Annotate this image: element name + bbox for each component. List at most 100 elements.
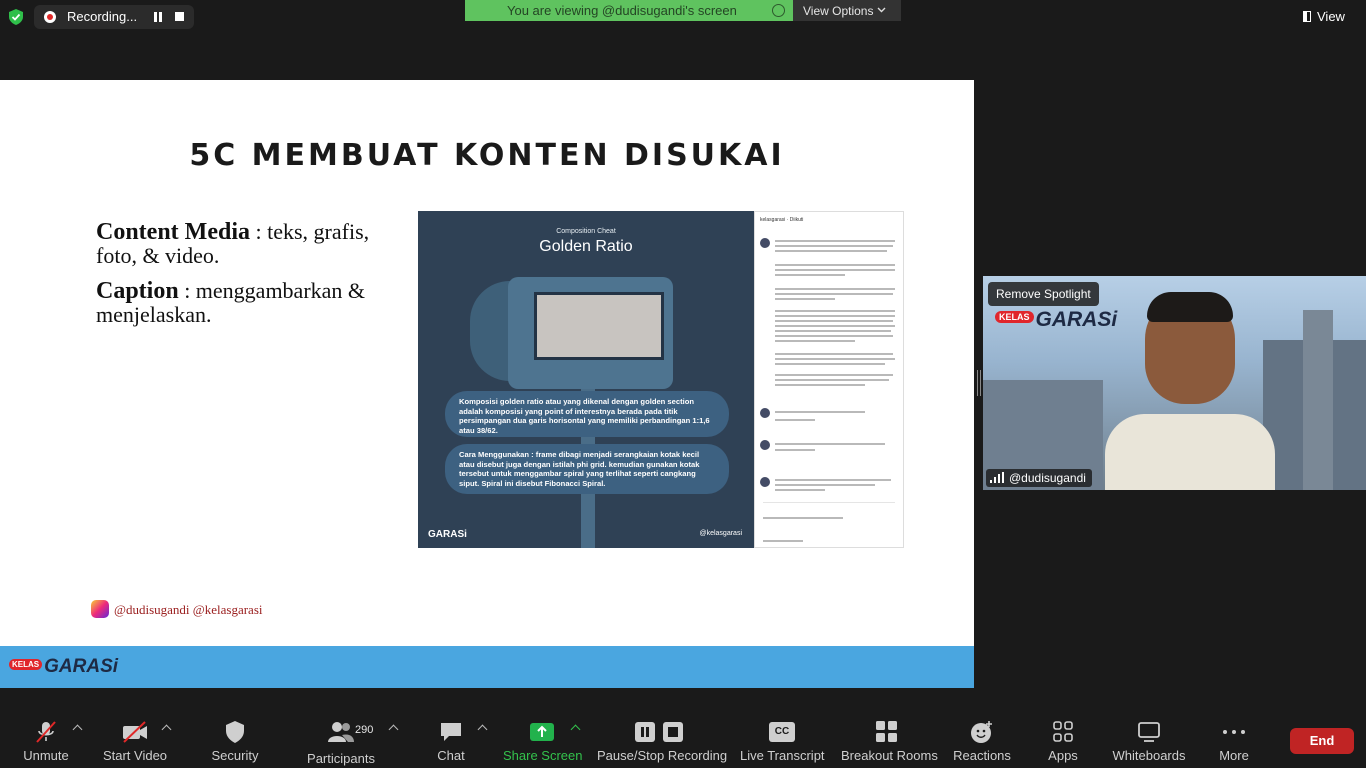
caption-line [775, 264, 895, 266]
shield-check-icon[interactable] [9, 9, 23, 25]
speaker-shirt [1105, 414, 1275, 490]
golden-ratio-infographic: Composition Cheat Golden Ratio Komposisi… [418, 211, 754, 548]
caption-line [775, 310, 895, 312]
speaker-figure [1105, 292, 1275, 490]
share-screen-button[interactable]: Share Screen [503, 720, 583, 763]
speaker-video-tile[interactable]: KELAS GARASi Remove Spotlight @dudisugand… [983, 276, 1366, 490]
chat-icon [441, 723, 461, 741]
view-layout-button[interactable]: View [1303, 9, 1345, 24]
speaker-hair [1147, 292, 1233, 322]
more-button[interactable]: More [1215, 720, 1253, 763]
share-screen-label: Share Screen [503, 748, 583, 763]
participants-button[interactable]: 290 Participants [304, 720, 378, 766]
reactions-button[interactable]: Reactions [953, 720, 1011, 763]
comment-line [775, 411, 865, 413]
pause-stop-recording-label: Pause/Stop Recording [597, 748, 728, 763]
viewing-screen-text: You are viewing @dudisugandi's screen [507, 3, 737, 18]
live-transcript-button[interactable]: CC Live Transcript [740, 720, 825, 763]
start-video-button[interactable]: Start Video [100, 720, 170, 763]
kelasgarasi-logo: KELAS GARASi [9, 656, 118, 678]
pause-recording-icon[interactable] [153, 12, 163, 22]
infographic-title: Golden Ratio [539, 238, 633, 255]
pause-stop-recording-icon [635, 720, 685, 744]
share-screen-icon [530, 723, 554, 741]
caption-line [775, 330, 891, 332]
caption-line [775, 315, 895, 317]
caption-line [775, 340, 855, 342]
unmute-button[interactable]: Unmute [22, 720, 70, 763]
chat-label: Chat [437, 748, 465, 763]
security-button[interactable]: Security [208, 720, 262, 763]
security-label: Security [211, 748, 259, 763]
apps-icon [1053, 721, 1073, 742]
meeting-toolbar: Unmute Start Video Security 290 Particip… [0, 712, 1366, 768]
participant-name: @dudisugandi [1009, 471, 1086, 485]
instagram-post-panel: kelasgarasi · Diikuti [754, 211, 904, 548]
share-status-icon [772, 4, 785, 17]
slide-social-handle: @dudisugandi @kelasgarasi [91, 600, 263, 618]
infographic-social-handle: @kelasgarasi [699, 530, 742, 537]
caption-line [775, 245, 893, 247]
camera-screen-photo [534, 292, 664, 360]
recording-indicator: Recording... [34, 5, 194, 29]
view-options-button[interactable]: View Options [793, 0, 901, 21]
comment-line [775, 484, 875, 486]
caption-line [775, 288, 895, 290]
caption-line [775, 358, 895, 360]
signal-strength-icon [990, 472, 1004, 483]
view-label: View [1317, 9, 1345, 24]
slide-body: Content Media : teks, grafis, foto, & vi… [96, 220, 396, 338]
breakout-rooms-button[interactable]: Breakout Rooms [841, 720, 938, 763]
caption-line [775, 250, 887, 252]
caption-heading: Caption [96, 278, 179, 304]
whiteboards-label: Whiteboards [1112, 748, 1186, 763]
chat-button[interactable]: Chat [432, 720, 470, 763]
logo-kelas-text: KELAS [9, 659, 43, 670]
audio-options-caret-icon[interactable] [72, 724, 83, 735]
slide-title: 5C MEMBUAT KONTEN DISUKAI [189, 138, 785, 173]
post-header: kelasgarasi · Diikuti [760, 217, 804, 223]
breakout-rooms-label: Breakout Rooms [841, 748, 938, 763]
start-video-label: Start Video [102, 748, 168, 763]
more-ellipsis-icon [1223, 720, 1245, 744]
end-meeting-button[interactable]: End [1290, 728, 1354, 754]
video-logo-kelas: KELAS [995, 311, 1034, 323]
closed-caption-icon: CC [769, 720, 795, 744]
caption-line [775, 335, 893, 337]
comment-input-line [763, 540, 803, 542]
caption-line [775, 325, 895, 327]
content-media-point: Content Media : teks, grafis, foto, & vi… [96, 220, 396, 267]
panel-resize-handle[interactable] [977, 370, 981, 396]
comment-line [775, 419, 815, 421]
participant-name-tag: @dudisugandi [986, 469, 1092, 487]
chat-caret-icon[interactable] [477, 724, 488, 735]
recording-label: Recording... [67, 9, 138, 24]
pause-stop-recording-button[interactable]: Pause/Stop Recording [597, 720, 728, 763]
remove-spotlight-button[interactable]: Remove Spotlight [988, 282, 1099, 306]
instagram-icon [91, 600, 109, 618]
logo-garasi-text: GARASi [44, 656, 119, 677]
participants-caret-icon[interactable] [388, 724, 399, 735]
meeting-topbar: Recording... You are viewing @dudisugand… [0, 0, 1366, 34]
content-media-heading: Content Media [96, 219, 250, 245]
caption-line [775, 269, 895, 271]
post-avatar [760, 238, 770, 248]
caption-line [775, 374, 893, 376]
security-shield-icon [226, 721, 244, 743]
participants-icon [328, 722, 354, 742]
video-logo-garasi: GARASi [1035, 308, 1118, 331]
view-options-label: View Options [803, 4, 874, 18]
post-divider [763, 502, 895, 503]
caption-line [775, 274, 845, 276]
apps-label: Apps [1048, 748, 1078, 763]
comment-avatar [760, 440, 770, 450]
stop-recording-icon[interactable] [175, 12, 184, 21]
comment-avatar [760, 408, 770, 418]
more-label: More [1219, 748, 1249, 763]
caption-line [775, 379, 889, 381]
apps-button[interactable]: Apps [1046, 720, 1080, 763]
whiteboards-button[interactable]: Whiteboards [1112, 720, 1186, 763]
reactions-emoji-icon [971, 721, 992, 743]
slide-handle-text: @dudisugandi @kelasgarasi [114, 602, 263, 617]
caption-line [775, 320, 893, 322]
